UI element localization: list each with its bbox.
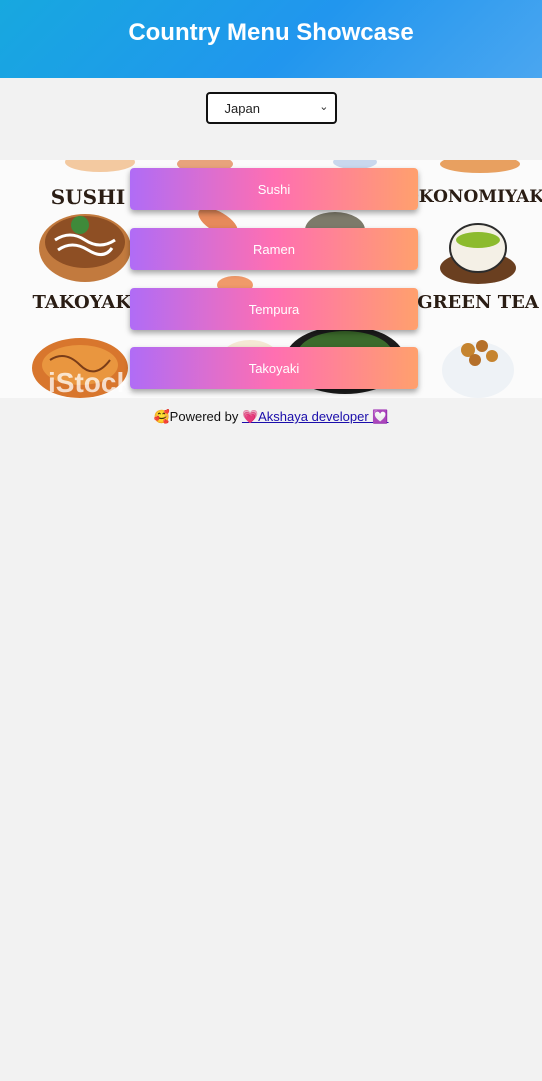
select-container: Japan ⌄ (0, 78, 542, 160)
chevron-down-icon: ⌄ (319, 101, 329, 113)
food-banner-image: SUSHI OKONOMIYAKI TAKOYAKI GREEN TEA iSt… (0, 160, 542, 398)
banner-label-takoyaki: TAKOYAKI (33, 292, 140, 313)
dish-button-tempura[interactable]: Tempura (130, 288, 418, 330)
country-select[interactable]: Japan ⌄ (205, 92, 337, 124)
page-header: Country Menu Showcase (0, 0, 542, 78)
banner-label-sushi: SUSHI (51, 185, 126, 209)
footer: 🥰Powered by 💗Akshaya developer 💟 (0, 409, 542, 425)
smiling-face-with-hearts-icon: 🥰 (153, 410, 170, 425)
banner-label-okonomiyaki: OKONOMIYAKI (404, 187, 542, 207)
page-title: Country Menu Showcase (128, 19, 414, 46)
dish-button-ramen[interactable]: Ramen (130, 228, 418, 270)
banner-label-green-tea: GREEN TEA (417, 292, 540, 313)
developer-link[interactable]: 💗Akshaya developer 💟 (242, 409, 389, 424)
dish-button-sushi[interactable]: Sushi (130, 168, 418, 210)
powered-by-text: Powered by (169, 409, 242, 424)
country-select-value: Japan (224, 101, 260, 116)
banner-watermark: iStock (48, 367, 132, 398)
dish-button-takoyaki[interactable]: Takoyaki (130, 347, 418, 389)
